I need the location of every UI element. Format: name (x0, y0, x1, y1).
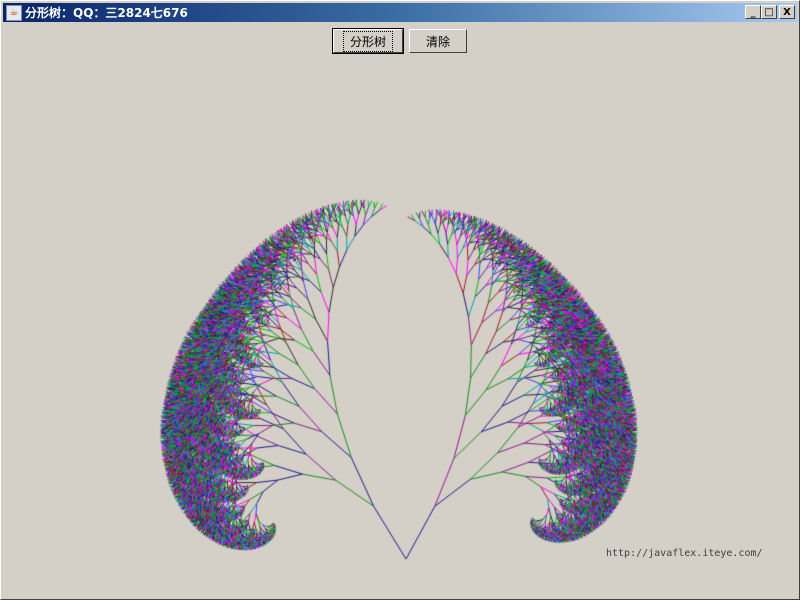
title-bar[interactable]: ☕ 分形树：QQ：三2824七676 _ □ X (3, 3, 797, 22)
maximize-button[interactable]: □ (761, 5, 777, 19)
app-window: ☕ 分形树：QQ：三2824七676 _ □ X 分形树 清除 http://j… (0, 0, 800, 600)
close-button[interactable]: X (779, 5, 795, 19)
clear-button[interactable]: 清除 (409, 29, 467, 53)
url-text: http://javaflex.iteye.com/ (606, 548, 763, 559)
java-cup-icon: ☕ (6, 4, 22, 21)
fractal-tree-label: 分形树 (342, 30, 393, 52)
fractal-tree-button[interactable]: 分形树 (332, 28, 404, 54)
window-title: 分形树：QQ：三2824七676 (25, 6, 188, 20)
minimize-button[interactable]: _ (745, 5, 761, 19)
fractal-canvas (1, 23, 799, 599)
